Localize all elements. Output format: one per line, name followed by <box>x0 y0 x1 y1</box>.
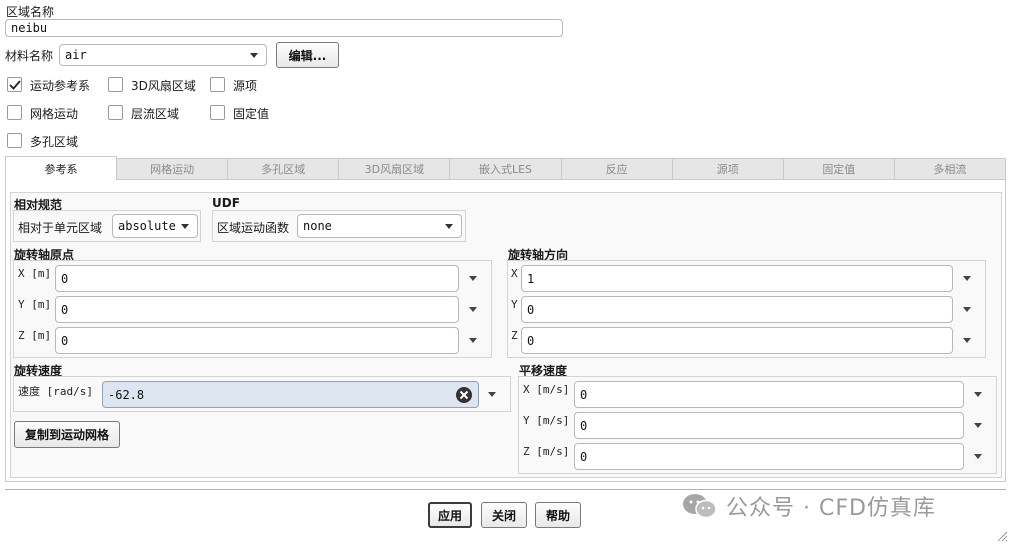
zone-motion-function-value: none <box>303 219 332 233</box>
checkbox-porous[interactable] <box>7 133 22 148</box>
axis-origin-x-label: X [m] <box>18 267 52 280</box>
checkbox-fixed-values[interactable] <box>210 105 225 120</box>
watermark: 公众号 · CFD仿真库 <box>682 490 936 522</box>
help-button[interactable]: 帮助 <box>535 502 581 528</box>
rotational-speed-input[interactable]: -62.8 <box>102 381 479 408</box>
check-icon <box>9 80 21 90</box>
translational-x-dropdown-icon[interactable] <box>974 392 982 397</box>
checkbox-source[interactable] <box>210 77 225 92</box>
copy-to-mesh-motion-button[interactable]: 复制到运动网格 <box>14 421 120 448</box>
axis-origin-x-dropdown-icon[interactable] <box>469 276 477 281</box>
material-label: 材料名称 <box>5 49 54 63</box>
tab-bar: 参考系 网格运动 多孔区域 3D风扇区域 嵌入式LES 反应 源项 固定值 多相… <box>5 156 1006 180</box>
axis-direction-x-dropdown-icon[interactable] <box>963 276 971 281</box>
translational-x-label: X [m/s] <box>523 383 570 396</box>
axis-origin-z-input[interactable]: 0 <box>55 327 459 354</box>
axis-direction-y-input[interactable]: 0 <box>521 296 953 323</box>
wechat-icon <box>683 494 717 519</box>
zone-name-input[interactable]: neibu <box>5 19 563 37</box>
axis-origin-z-label: Z [m] <box>18 329 52 342</box>
axis-direction-z-label: Z <box>511 329 518 342</box>
option-label-porous: 多孔区域 <box>30 135 79 149</box>
tab-reaction[interactable]: 反应 <box>561 158 673 180</box>
clear-icon[interactable] <box>455 386 473 404</box>
tab-source-terms[interactable]: 源项 <box>672 158 784 180</box>
checkbox-3d-fan[interactable] <box>108 77 123 92</box>
rotational-speed-label: 速度 [rad/s] <box>18 385 93 398</box>
axis-direction-z-input[interactable]: 0 <box>521 327 953 354</box>
tab-embedded-les[interactable]: 嵌入式LES <box>450 158 562 180</box>
axis-direction-y-label: Y <box>511 298 518 311</box>
option-label-mesh-motion: 网格运动 <box>30 107 79 121</box>
chevron-down-icon <box>445 223 453 229</box>
checkbox-laminar[interactable] <box>108 105 123 120</box>
option-label-mrf: 运动参考系 <box>30 79 91 93</box>
axis-origin-x-input[interactable]: 0 <box>55 265 459 292</box>
rotational-speed-value: -62.8 <box>108 387 145 402</box>
resize-grip-icon[interactable] <box>996 530 1008 542</box>
axis-origin-z-dropdown-icon[interactable] <box>469 338 477 343</box>
close-button[interactable]: 关闭 <box>481 502 527 528</box>
material-value: air <box>65 48 87 62</box>
zone-motion-function-select[interactable]: none <box>297 214 462 238</box>
apply-button[interactable]: 应用 <box>428 502 472 528</box>
translational-y-input[interactable]: 0 <box>574 412 964 439</box>
axis-direction-x-input[interactable]: 1 <box>521 265 953 292</box>
axis-direction-z-dropdown-icon[interactable] <box>963 338 971 343</box>
axis-direction-x-label: X <box>511 267 518 280</box>
chevron-down-icon <box>250 52 258 58</box>
option-label-laminar: 层流区域 <box>131 107 180 121</box>
axis-origin-y-input[interactable]: 0 <box>55 296 459 323</box>
translational-x-input[interactable]: 0 <box>574 381 964 408</box>
relative-to-label: 相对于单元区域 <box>18 221 103 235</box>
tab-fixed-values[interactable]: 固定值 <box>783 158 895 180</box>
tab-multiphase[interactable]: 多相流 <box>894 158 1006 180</box>
checkbox-mesh-motion[interactable] <box>7 105 22 120</box>
zone-motion-function-label: 区域运动函数 <box>217 221 290 235</box>
tab-reference-frame[interactable]: 参考系 <box>5 156 118 180</box>
chevron-down-icon <box>181 223 189 229</box>
tab-3d-fan-zone[interactable]: 3D风扇区域 <box>339 158 451 180</box>
tab-porous-zone[interactable]: 多孔区域 <box>228 158 340 180</box>
edit-material-button[interactable]: 编辑... <box>276 42 339 68</box>
translational-z-dropdown-icon[interactable] <box>974 454 982 459</box>
zone-name-label: 区域名称 <box>6 5 55 19</box>
translational-z-input[interactable]: 0 <box>574 443 964 470</box>
option-label-source: 源项 <box>233 79 258 93</box>
relative-to-value: absolute <box>118 219 176 233</box>
tab-mesh-motion[interactable]: 网格运动 <box>117 158 229 180</box>
udf-title: UDF <box>212 196 240 210</box>
axis-direction-y-dropdown-icon[interactable] <box>963 307 971 312</box>
watermark-text: 公众号 · CFD仿真库 <box>726 496 936 521</box>
rotational-speed-dropdown-icon[interactable] <box>488 392 496 397</box>
relative-to-select[interactable]: absolute <box>112 214 198 238</box>
translational-y-label: Y [m/s] <box>523 414 570 427</box>
axis-origin-y-label: Y [m] <box>18 298 52 311</box>
material-select[interactable]: air <box>59 44 267 66</box>
translational-y-dropdown-icon[interactable] <box>974 423 982 428</box>
option-label-3d-fan: 3D风扇区域 <box>131 79 196 93</box>
checkbox-mrf[interactable] <box>7 77 22 92</box>
translational-z-label: Z [m/s] <box>523 445 570 458</box>
axis-origin-y-dropdown-icon[interactable] <box>469 307 477 312</box>
option-label-fixed-values: 固定值 <box>233 107 270 121</box>
